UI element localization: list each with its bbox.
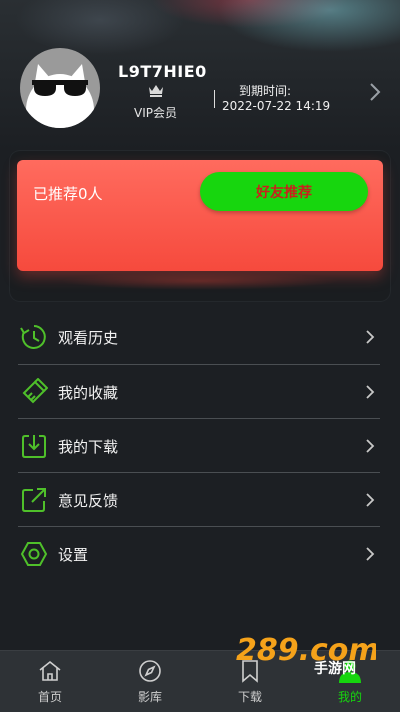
tab-label: 影库 xyxy=(137,690,162,704)
invite-friends-button[interactable]: 好友推荐 xyxy=(200,172,368,211)
expiry-label: 到期时间: xyxy=(239,84,292,98)
menu-item-label: 我的下载 xyxy=(58,438,119,456)
crown-icon xyxy=(149,85,163,97)
feedback-icon xyxy=(22,488,46,512)
chevron-right-icon xyxy=(366,385,375,399)
card-glow xyxy=(60,272,340,290)
menu-item-label: 我的收藏 xyxy=(58,384,119,402)
watermark-logo: 289.com 手游网 xyxy=(236,633,376,676)
chevron-right-icon xyxy=(366,439,375,453)
tab-label: 下载 xyxy=(237,690,262,704)
favorites-icon xyxy=(22,378,48,404)
chevron-right-icon[interactable] xyxy=(368,82,382,102)
settings-icon xyxy=(20,542,48,566)
tab-home[interactable]: 首页 xyxy=(0,651,100,712)
history-icon xyxy=(20,325,46,349)
menu-item-history[interactable]: 观看历史 xyxy=(0,310,400,364)
header-divider xyxy=(214,90,215,108)
menu-item-label: 观看历史 xyxy=(58,329,119,347)
menu-item-feedback[interactable]: 意见反馈 xyxy=(0,473,400,527)
avatar[interactable] xyxy=(20,48,100,128)
home-icon xyxy=(39,660,61,681)
chevron-right-icon xyxy=(366,493,375,507)
chevron-right-icon xyxy=(366,547,375,561)
tab-library[interactable]: 影库 xyxy=(100,651,200,712)
menu-item-downloads[interactable]: 我的下载 xyxy=(0,419,400,473)
expiry-date: 2022-07-22 14:19 xyxy=(222,99,331,113)
referral-count: 已推荐0人 xyxy=(33,185,103,203)
svg-text:手游网: 手游网 xyxy=(314,660,356,676)
menu-item-settings[interactable]: 设置 xyxy=(0,527,400,581)
vip-label: VIP会员 xyxy=(134,106,177,120)
chevron-right-icon xyxy=(366,330,375,344)
download-icon xyxy=(22,435,46,458)
tab-label: 首页 xyxy=(37,690,62,704)
menu-item-label: 设置 xyxy=(58,546,89,564)
menu-item-label: 意见反馈 xyxy=(58,492,119,510)
menu-item-favorites[interactable]: 我的收藏 xyxy=(0,365,400,419)
tab-label: 我的 xyxy=(337,690,362,704)
username: L9T7HIE0 xyxy=(118,62,207,81)
compass-icon xyxy=(139,660,161,682)
